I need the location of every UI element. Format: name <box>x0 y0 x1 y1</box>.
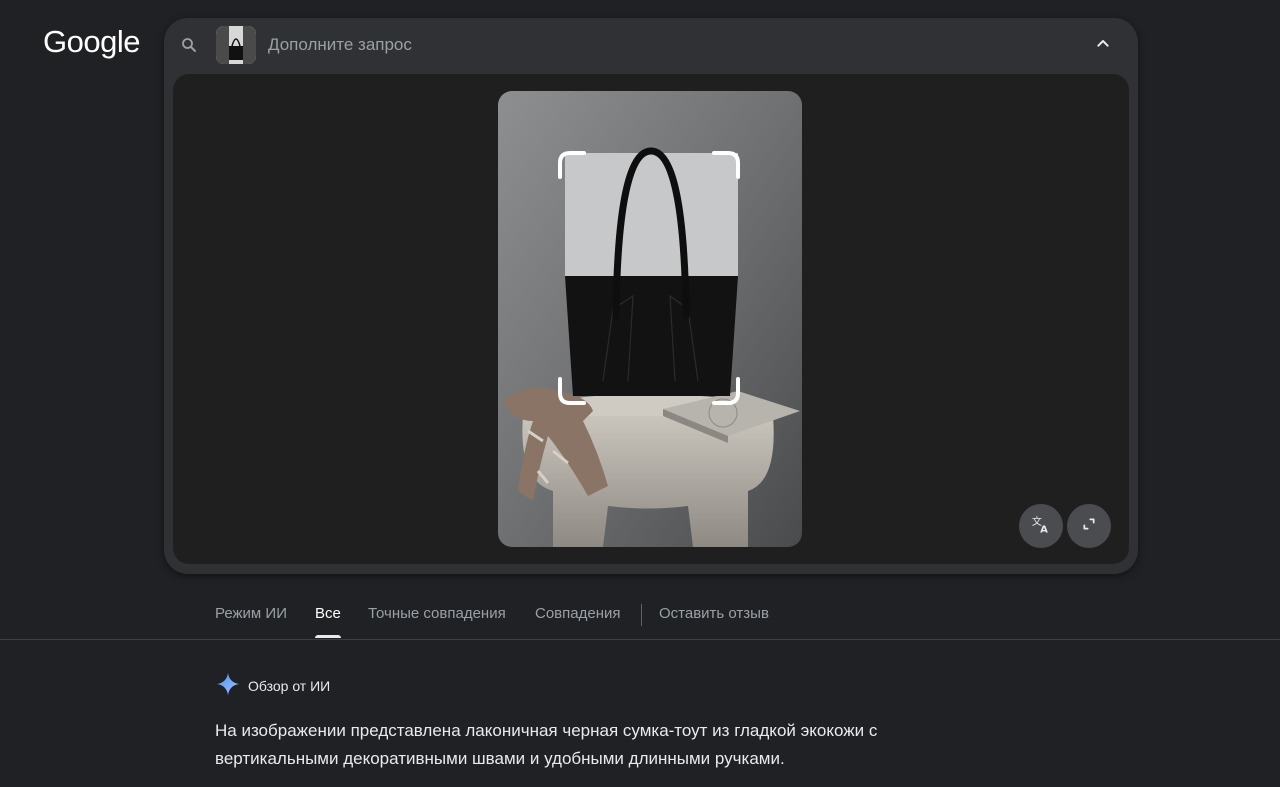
search-input[interactable] <box>268 32 1048 58</box>
search-card: 文 A <box>164 18 1138 574</box>
chevron-up-icon <box>1095 35 1111 56</box>
translate-icon: 文 A <box>1031 514 1051 539</box>
collapse-button[interactable] <box>1090 32 1116 58</box>
search-tabs: Режим ИИ Все Точные совпадения Совпадени… <box>0 596 1280 640</box>
tab-all[interactable]: Все <box>315 604 341 638</box>
fullscreen-button[interactable] <box>1067 504 1111 548</box>
ai-overview-header: Обзор от ИИ <box>216 672 331 701</box>
tab-ai-mode[interactable]: Режим ИИ <box>215 604 287 638</box>
ai-overview-title: Обзор от ИИ <box>248 678 331 694</box>
image-viewer: 文 A <box>173 74 1129 564</box>
product-photo[interactable] <box>498 91 802 547</box>
search-bar <box>164 18 1138 72</box>
svg-text:A: A <box>1040 524 1048 534</box>
translate-button[interactable]: 文 A <box>1019 504 1063 548</box>
google-logo[interactable]: Google <box>43 24 140 60</box>
query-image-thumbnail[interactable] <box>216 26 256 64</box>
ai-overview-text: На изображении представлена лаконичная ч… <box>215 721 878 768</box>
tab-matches[interactable]: Совпадения <box>535 604 621 638</box>
feedback-link[interactable]: Оставить отзыв <box>659 604 769 638</box>
tab-exact-matches[interactable]: Точные совпадения <box>368 604 506 638</box>
fullscreen-icon <box>1081 516 1097 537</box>
sparkle-icon <box>216 672 240 701</box>
tab-divider <box>641 604 642 626</box>
search-icon <box>180 36 198 54</box>
